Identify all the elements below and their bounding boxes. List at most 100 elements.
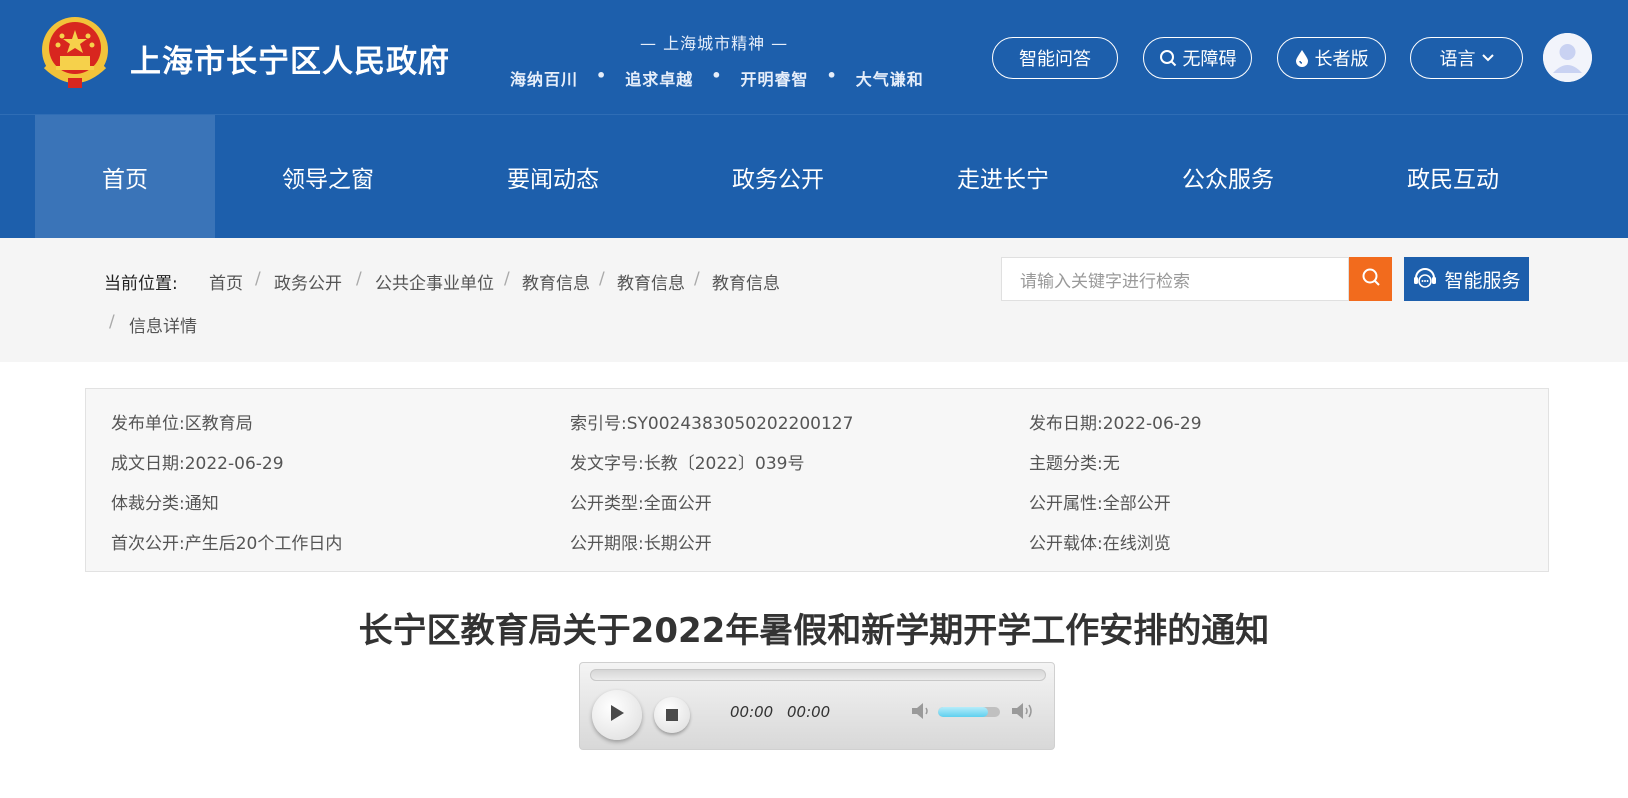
meta-value: 区教育局 [184,414,253,434]
nav-item-public-service[interactable]: 公众服务 [1138,115,1318,239]
meta-value: 长教〔2022〕039号 [643,454,805,474]
site-title[interactable]: 上海市长宁区人民政府 [130,36,450,81]
audio-player: 00:00 00:00 [579,662,1055,750]
volume-mute-icon[interactable] [910,701,932,725]
meta-key: 公开类型: [570,494,644,514]
national-emblem-icon[interactable] [38,14,112,92]
smart-qa-button[interactable]: 智能问答 [992,37,1118,79]
city-spirit-title: — 上海城市精神 — [640,34,789,53]
nav-item-leaders[interactable]: 领导之窗 [238,115,418,239]
city-spirit-words: 海纳百川 • 追求卓越 • 开明睿智 • 大气谦和 [510,66,924,90]
meta-value: 2022-06-29 [184,454,284,474]
meta-index-number: 索引号:SY0024383050202200127 [570,409,853,434]
smart-service-button[interactable]: 智能服务 [1404,257,1529,301]
meta-value: 全部公开 [1102,494,1171,514]
meta-key: 发布日期: [1029,414,1103,434]
spirit-dot: • [596,66,608,85]
search-placeholder: 请输入关键字进行检索 [1020,271,1190,292]
current-time: 00:00 [730,703,774,721]
breadcrumb-separator: / [255,269,261,289]
meta-key: 主题分类: [1029,454,1103,474]
nav-item-gov-affairs[interactable]: 政务公开 [688,115,868,239]
breadcrumb-item[interactable]: 公共企事业单位 [375,269,494,294]
meta-value: 通知 [184,494,219,514]
spirit-dot: • [711,66,723,85]
document-title: 长宁区教育局关于2022年暑假和新学期开学工作安排的通知 [358,611,1270,651]
meta-first-disclosure: 首次公开:产生后20个工作日内 [111,529,342,554]
language-label: 语言 [1439,49,1476,70]
breadcrumb-item-current: 信息详情 [129,317,197,337]
accessibility-button[interactable]: 无障碍 [1143,37,1252,79]
duration: 00:00 [787,703,831,721]
meta-document-number: 发文字号:长教〔2022〕039号 [570,449,804,474]
spirit-dot: • [826,66,838,85]
breadcrumb-item[interactable]: 教育信息 [522,269,590,294]
search-input[interactable]: 请输入关键字进行检索 [1001,257,1349,301]
play-icon [608,703,626,727]
headset-chat-icon [1412,264,1438,295]
drop-icon [1295,49,1309,67]
meta-genre: 体裁分类:通知 [111,489,219,514]
user-avatar[interactable] [1543,33,1592,82]
spirit-word: 大气谦和 [855,70,924,89]
meta-disclosure-medium: 公开载体:在线浏览 [1029,529,1171,554]
breadcrumb-separator: / [504,269,510,289]
volume-slider[interactable] [938,707,1000,717]
volume-max-icon[interactable] [1010,701,1036,725]
meta-disclosure-period: 公开期限:长期公开 [570,529,712,554]
meta-key: 公开属性: [1029,494,1103,514]
search-button[interactable] [1349,257,1392,301]
meta-key: 体裁分类: [111,494,185,514]
spirit-word: 追求卓越 [625,70,694,89]
meta-value: 长期公开 [643,534,712,554]
nav-item-interaction[interactable]: 政民互动 [1363,115,1543,239]
language-select[interactable]: 语言 [1410,37,1523,79]
meta-value: 产生后20个工作日内 [184,534,343,554]
meta-value: 无 [1102,454,1120,474]
chevron-down-icon [1481,54,1494,62]
breadcrumb-item[interactable]: 政务公开 [274,269,342,294]
breadcrumb-separator: / [109,312,115,332]
stop-button[interactable] [654,697,690,733]
smart-qa-label: 智能问答 [1019,49,1091,70]
stop-icon [666,706,678,725]
breadcrumb-item[interactable]: 教育信息 [712,269,780,294]
nav-item-home[interactable]: 首页 [35,115,215,239]
nav-item-about-changning[interactable]: 走进长宁 [913,115,1093,239]
meta-disclosure-attribute: 公开属性:全部公开 [1029,489,1171,514]
meta-key: 成文日期: [111,454,185,474]
search-icon [1159,49,1177,67]
meta-key: 首次公开: [111,534,185,554]
accessibility-label: 无障碍 [1182,49,1237,70]
meta-value: 在线浏览 [1102,534,1171,554]
meta-key: 发布单位: [111,414,185,434]
elder-version-button[interactable]: 长者版 [1277,37,1386,79]
spirit-word: 开明睿智 [740,70,809,89]
search-icon [1361,267,1381,291]
meta-value: 全面公开 [643,494,712,514]
play-button[interactable] [592,690,642,740]
audio-progress-bar[interactable] [590,669,1046,681]
meta-publisher: 发布单位:区教育局 [111,409,253,434]
spirit-word: 海纳百川 [510,70,579,89]
meta-value: SY0024383050202200127 [626,414,854,434]
meta-key: 公开期限: [570,534,644,554]
meta-written-date: 成文日期:2022-06-29 [111,449,284,474]
meta-key: 索引号: [570,414,627,434]
elder-version-label: 长者版 [1314,49,1369,70]
breadcrumb-separator: / [599,269,605,289]
meta-key: 发文字号: [570,454,644,474]
breadcrumb-label: 当前位置: [104,274,178,294]
nav-item-news[interactable]: 要闻动态 [463,115,643,239]
main-navigation: 首页 领导之窗 要闻动态 政务公开 走进长宁 公众服务 政民互动 [0,114,1628,239]
smart-service-label: 智能服务 [1444,269,1521,292]
breadcrumb-item[interactable]: 教育信息 [617,269,685,294]
site-header: 上海市长宁区人民政府 — 上海城市精神 — 海纳百川 • 追求卓越 • 开明睿智… [0,0,1628,114]
meta-key: 公开载体: [1029,534,1103,554]
meta-value: 2022-06-29 [1102,414,1202,434]
meta-disclosure-type: 公开类型:全面公开 [570,489,712,514]
breadcrumb-separator: / [356,269,362,289]
meta-publish-date: 发布日期:2022-06-29 [1029,409,1202,434]
meta-topic: 主题分类:无 [1029,449,1120,474]
breadcrumb-item[interactable]: 首页 [209,269,243,294]
